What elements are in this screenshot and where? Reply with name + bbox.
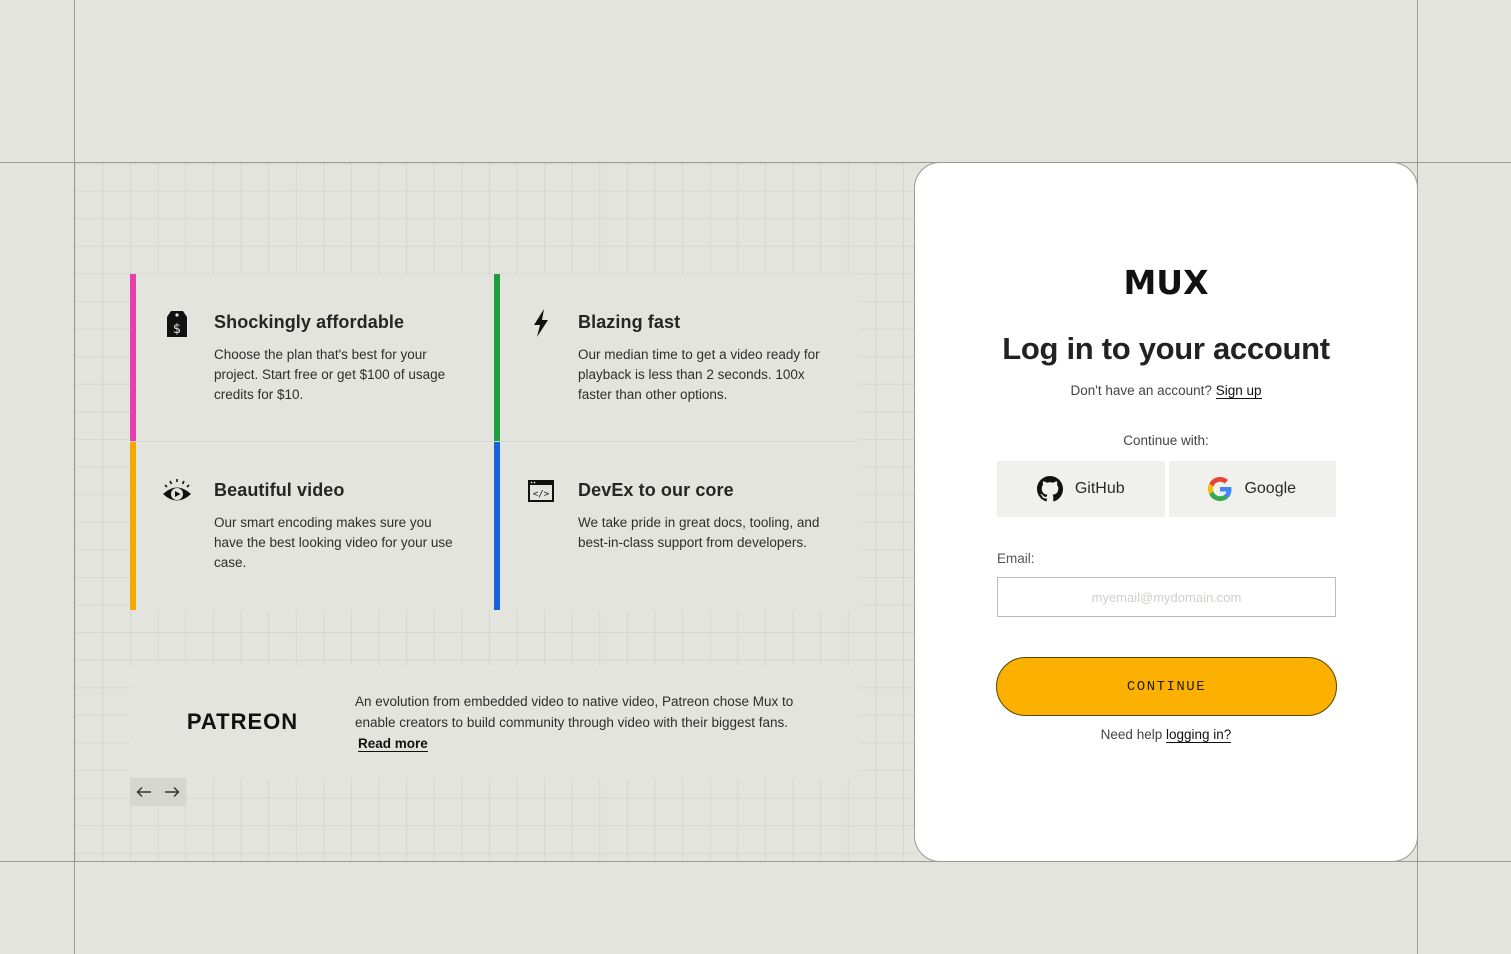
feature-card-video: Beautiful video Our smart encoding makes… (130, 442, 494, 610)
signup-row: Don't have an account? Sign up (915, 383, 1417, 399)
no-account-text: Don't have an account? (1070, 383, 1212, 398)
google-icon (1208, 477, 1232, 501)
patreon-logo: PATREON (186, 709, 299, 734)
feature-color-bar (130, 274, 136, 441)
email-label: Email: (997, 551, 1035, 566)
login-card: MUX Log in to your account Don't have an… (914, 162, 1418, 862)
help-row: Need help logging in? (915, 727, 1417, 743)
feature-card-fast: Blazing fast Our median time to get a vi… (494, 274, 859, 442)
price-tag-icon: $ (162, 308, 192, 338)
carousel-prev-button[interactable] (130, 778, 158, 806)
feature-title: Blazing fast (578, 312, 681, 332)
continue-button[interactable]: CONTINUE (996, 657, 1337, 716)
feature-grid: $ Shockingly affordable Choose the plan … (130, 274, 859, 610)
github-label: GitHub (1074, 480, 1125, 497)
feature-card-affordable: $ Shockingly affordable Choose the plan … (130, 274, 494, 442)
signup-link[interactable]: Sign up (1215, 383, 1262, 399)
marketing-panel: $ Shockingly affordable Choose the plan … (75, 163, 914, 861)
eye-play-icon (162, 476, 192, 506)
feature-title: Shockingly affordable (214, 312, 405, 332)
feature-description: Our median time to get a video ready for… (578, 347, 820, 402)
mux-logo: MUX (915, 263, 1417, 303)
feature-card-devex: </> DevEx to our core We take pride in g… (494, 442, 859, 610)
testimonial-quote-text: An evolution from embedded video to nati… (355, 693, 794, 730)
carousel-next-button[interactable] (158, 778, 186, 806)
lightning-bolt-icon (526, 308, 556, 338)
arrow-right-icon (165, 787, 180, 797)
feature-title: Beautiful video (214, 480, 345, 500)
feature-description: Our smart encoding makes sure you have t… (214, 515, 453, 570)
page: $ Shockingly affordable Choose the plan … (0, 0, 1511, 954)
github-login-button[interactable]: GitHub (997, 461, 1165, 517)
email-field[interactable] (997, 577, 1336, 617)
svg-text:</>: </> (533, 490, 550, 500)
help-link[interactable]: logging in? (1166, 727, 1232, 743)
feature-color-bar (130, 442, 136, 610)
feature-description: We take pride in great docs, tooling, an… (578, 515, 820, 550)
feature-description: Choose the plan that's best for your pro… (214, 347, 446, 402)
oauth-buttons: GitHub Google (997, 461, 1336, 517)
github-icon (1036, 476, 1063, 502)
carousel-controls (130, 778, 186, 806)
svg-text:$: $ (173, 322, 181, 337)
svg-text:MUX: MUX (1123, 266, 1208, 298)
testimonial-quote: An evolution from embedded video to nati… (355, 691, 795, 754)
arrow-left-icon (136, 787, 151, 797)
feature-color-bar (494, 442, 500, 610)
google-label: Google (1244, 480, 1297, 497)
google-login-button[interactable]: Google (1168, 461, 1336, 517)
help-text: Need help (1100, 727, 1163, 742)
feature-title: DevEx to our core (578, 480, 734, 500)
login-title: Log in to your account (1002, 331, 1330, 366)
testimonial-card: PATREON An evolution from embedded video… (130, 666, 859, 778)
code-window-icon: </> (526, 476, 556, 506)
continue-with-label: Continue with: (1123, 433, 1209, 448)
feature-color-bar (494, 274, 500, 441)
read-more-link[interactable]: Read more (358, 735, 428, 752)
